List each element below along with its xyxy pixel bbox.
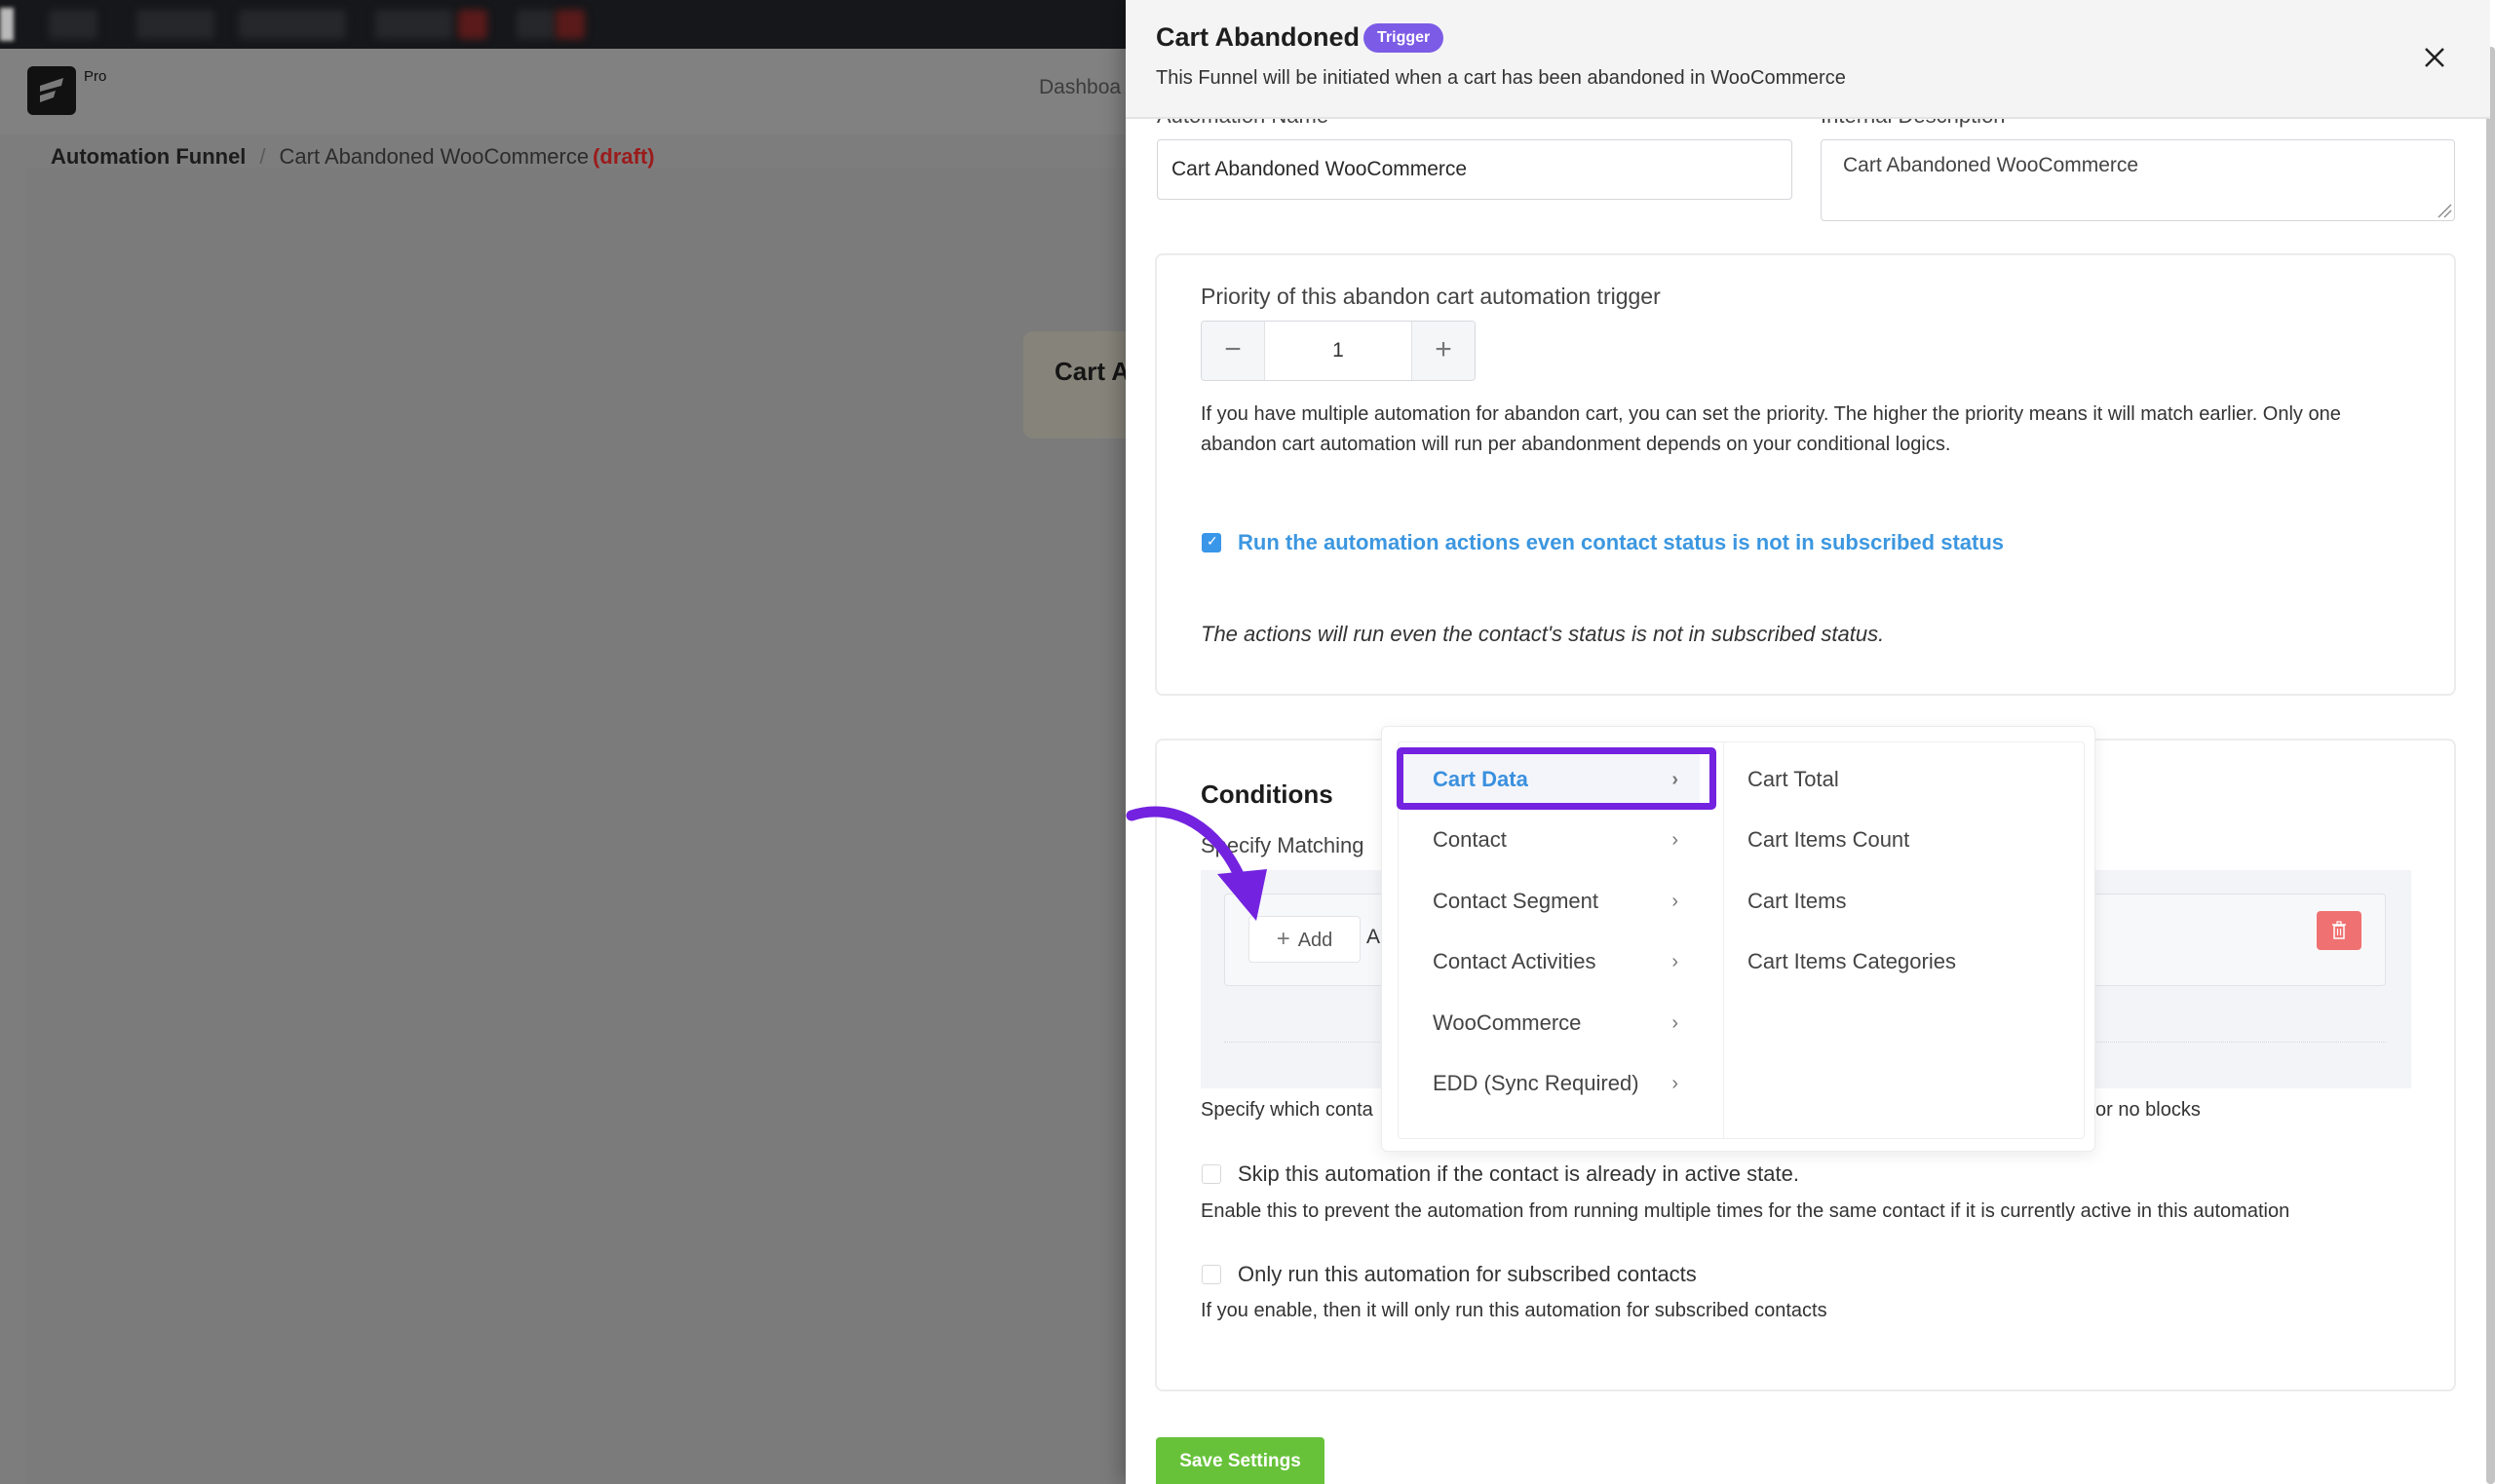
run-non-subscribed-help: The actions will run even the contact's … — [1201, 622, 1885, 646]
drawer-title: Cart Abandoned — [1156, 22, 1360, 52]
trash-icon — [2332, 921, 2346, 939]
plus-icon: + — [1276, 926, 1290, 952]
category-label: Contact — [1433, 827, 1507, 852]
only-subscribed-label[interactable]: Only run this automation for subscribed … — [1238, 1262, 1697, 1287]
browser-tab — [458, 10, 487, 39]
resize-grip-icon[interactable] — [2437, 203, 2452, 218]
category-label: Cart Data — [1433, 767, 1528, 791]
background-page-overlay[interactable]: Pro Dashboa — [0, 49, 1131, 1484]
browser-tab — [517, 10, 556, 39]
category-label: Contact Activities — [1433, 949, 1596, 973]
category-contact[interactable]: Contact › — [1396, 814, 1700, 866]
category-contact-segment[interactable]: Contact Segment › — [1396, 875, 1700, 928]
category-edd[interactable]: EDD (Sync Required) › — [1396, 1057, 1700, 1110]
run-non-subscribed-checkbox[interactable] — [1202, 533, 1221, 552]
category-label: EDD (Sync Required) — [1433, 1071, 1639, 1095]
browser-tab — [556, 10, 585, 39]
add-label: Add — [1297, 930, 1333, 951]
breadcrumb-current: Cart Abandoned WooCommerce — [279, 144, 590, 169]
option-cart-total[interactable]: Cart Total — [1718, 753, 2050, 806]
app-logo[interactable] — [27, 66, 76, 115]
chevron-right-icon: › — [1671, 951, 1678, 972]
chevron-right-icon: › — [1671, 1012, 1678, 1034]
internal-description-textarea[interactable]: Cart Abandoned WooCommerce — [1821, 139, 2455, 221]
close-icon — [2425, 48, 2444, 67]
run-non-subscribed-label[interactable]: Run the automation actions even contact … — [1238, 530, 2004, 555]
browser-tab — [239, 10, 346, 39]
save-settings-button[interactable]: Save Settings — [1156, 1437, 1324, 1484]
close-button[interactable] — [2418, 41, 2451, 74]
option-cart-items[interactable]: Cart Items — [1718, 875, 2050, 928]
condition-type-dropdown: Cart Data › Contact › Contact Segment › Con… — [1381, 726, 2095, 1152]
logo-icon — [40, 78, 63, 102]
priority-label: Priority of this abandon cart automation… — [1201, 284, 1661, 309]
chevron-right-icon: › — [1671, 769, 1678, 790]
priority-stepper[interactable]: − 1 + — [1201, 321, 1476, 381]
add-group-button-fragment[interactable]: A — [1366, 926, 1380, 949]
decrement-button[interactable]: − — [1202, 322, 1265, 380]
top-nav: Pro Dashboa — [0, 49, 1131, 134]
conditions-footer-text: Specify which conta — [1201, 1099, 1373, 1121]
category-contact-activities[interactable]: Contact Activities › — [1396, 935, 1700, 988]
option-cart-items-count[interactable]: Cart Items Count — [1718, 814, 2050, 866]
only-subscribed-help: If you enable, then it will only run thi… — [1201, 1300, 1827, 1321]
browser-tab-stub — [0, 8, 14, 41]
drawer-subtitle: This Funnel will be initiated when a car… — [1156, 67, 1846, 89]
option-cart-items-categories[interactable]: Cart Items Categories — [1718, 935, 2050, 988]
category-cart-data[interactable]: Cart Data › — [1396, 753, 1700, 806]
chevron-right-icon: › — [1671, 891, 1678, 912]
breadcrumb-root[interactable]: Automation Funnel — [51, 144, 246, 169]
breadcrumb: Automation Funnel / Cart Abandoned WooComm… — [51, 144, 655, 170]
add-condition-button[interactable]: + Add — [1248, 916, 1361, 963]
category-woocommerce[interactable]: WooCommerce › — [1396, 997, 1700, 1049]
conditions-subtitle: Specify Matching — [1201, 833, 1364, 857]
drawer-scrollbar[interactable] — [2486, 47, 2495, 1484]
funnel-node-label: Cart A — [1055, 357, 1131, 386]
skip-active-help: Enable this to prevent the automation fr… — [1201, 1200, 2290, 1222]
priority-help-text: If you have multiple automation for aban… — [1201, 403, 2341, 455]
chevron-right-icon: › — [1671, 829, 1678, 851]
skip-active-label[interactable]: Skip this automation if the contact is a… — [1238, 1161, 1799, 1187]
category-label: Contact Segment — [1433, 889, 1598, 913]
pro-label: Pro — [84, 68, 107, 85]
drawer-header: Cart Abandoned Trigger This Funnel will … — [1126, 0, 2490, 119]
browser-tab — [375, 10, 453, 39]
trigger-badge: Trigger — [1363, 23, 1444, 53]
canvas-area — [25, 168, 1131, 1484]
browser-tab — [49, 10, 97, 39]
chevron-right-icon: › — [1671, 1073, 1678, 1094]
category-label: WooCommerce — [1433, 1010, 1582, 1035]
nav-dashboard[interactable]: Dashboa — [1039, 76, 1121, 99]
browser-tab — [136, 10, 214, 39]
only-subscribed-checkbox[interactable] — [1202, 1265, 1221, 1284]
breadcrumb-separator: / — [259, 144, 266, 169]
automation-name-input[interactable] — [1157, 139, 1792, 200]
delete-block-button[interactable] — [2317, 911, 2361, 950]
conditions-title: Conditions — [1201, 780, 1333, 809]
skip-active-checkbox[interactable] — [1202, 1164, 1221, 1184]
draft-status: (draft) — [593, 144, 655, 169]
priority-value[interactable]: 1 — [1265, 322, 1411, 380]
conditions-footer-text-end: or no blocks — [2095, 1099, 2201, 1121]
increment-button[interactable]: + — [1411, 322, 1475, 380]
